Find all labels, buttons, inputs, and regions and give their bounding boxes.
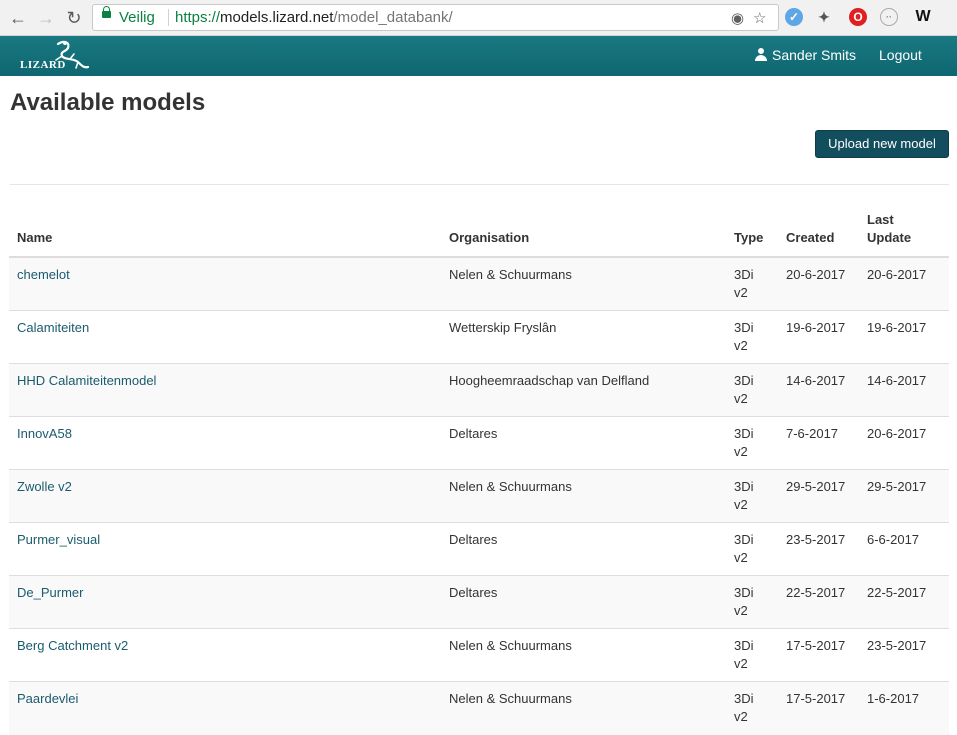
cell-name: InnovA58: [9, 416, 441, 470]
user-icon: [755, 48, 767, 62]
browser-toolbar: ← → ↻ Veilig https://models.lizard.net/m…: [0, 0, 957, 36]
model-link[interactable]: Purmer_visual: [17, 532, 100, 547]
model-link[interactable]: De_Purmer: [17, 585, 83, 600]
column-header-last-update: Last Update: [859, 204, 949, 258]
table-row[interactable]: HHD Calamiteitenmodel Hoogheemraadschap v…: [9, 363, 949, 417]
model-link[interactable]: InnovA58: [17, 426, 72, 441]
table-row[interactable]: De_Purmer Deltares 3Di v2 22-5-2017 22-5-2017: [9, 575, 949, 629]
cell-type: 3Di v2: [726, 469, 778, 523]
cell-last-update: 20-6-2017: [859, 416, 949, 470]
model-link[interactable]: Zwolle v2: [17, 479, 72, 494]
cell-organisation: Nelen & Schuurmans: [441, 256, 726, 311]
page-title: Available models: [10, 89, 206, 116]
cell-organisation: Deltares: [441, 416, 726, 470]
forward-arrow-icon[interactable]: →: [35, 7, 57, 29]
cell-type: 3Di v2: [726, 256, 778, 311]
cell-name: Paardevlei: [9, 681, 441, 735]
extension-check-icon[interactable]: ✓: [785, 8, 803, 26]
model-link[interactable]: Paardevlei: [17, 691, 78, 706]
cell-name: De_Purmer: [9, 575, 441, 629]
table-row[interactable]: chemelot Nelen & Schuurmans 3Di v2 20-6-2017…: [9, 256, 949, 311]
cell-type: 3Di v2: [726, 363, 778, 417]
cell-type: 3Di v2: [726, 575, 778, 629]
extension-circle-icon[interactable]: ··: [880, 8, 898, 26]
cell-name: HHD Calamiteitenmodel: [9, 363, 441, 417]
model-link[interactable]: Berg Catchment v2: [17, 638, 128, 653]
logout-link[interactable]: Logout: [879, 47, 922, 63]
cell-created: 22-5-2017: [778, 575, 859, 629]
cell-last-update: 22-5-2017: [859, 575, 949, 629]
cell-created: 20-6-2017: [778, 256, 859, 311]
cell-organisation: Deltares: [441, 575, 726, 629]
cell-type: 3Di v2: [726, 628, 778, 682]
model-link[interactable]: Calamiteiten: [17, 320, 89, 335]
cell-last-update: 14-6-2017: [859, 363, 949, 417]
lizard-logo[interactable]: LIZARD: [18, 38, 98, 74]
models-table: Name Organisation Type Created Last Updat…: [9, 204, 949, 735]
extension-pin-icon[interactable]: ✦: [815, 8, 833, 26]
cell-organisation: Wetterskip Fryslân: [441, 310, 726, 364]
cell-created: 17-5-2017: [778, 628, 859, 682]
column-header-name: Name: [9, 204, 441, 258]
cell-created: 7-6-2017: [778, 416, 859, 470]
bookmark-star-icon[interactable]: ☆: [753, 9, 766, 27]
cell-name: chemelot: [9, 256, 441, 311]
cell-name: Calamiteiten: [9, 310, 441, 364]
user-name: Sander Smits: [772, 47, 857, 63]
table-row[interactable]: Calamiteiten Wetterskip Fryslân 3Di v2 19-6-…: [9, 310, 949, 364]
table-row[interactable]: InnovA58 Deltares 3Di v2 7-6-2017 20-6-2017: [9, 416, 949, 470]
table-row[interactable]: Purmer_visual Deltares 3Di v2 23-5-2017 6-6-2…: [9, 522, 949, 576]
column-header-type: Type: [726, 204, 778, 258]
table-row[interactable]: Berg Catchment v2 Nelen & Schuurmans 3Di v2…: [9, 628, 949, 682]
cell-organisation: Nelen & Schuurmans: [441, 628, 726, 682]
column-header-created: Created: [778, 204, 859, 258]
table-header-row: Name Organisation Type Created Last Updat…: [9, 204, 949, 258]
cell-last-update: 20-6-2017: [859, 256, 949, 311]
cell-type: 3Di v2: [726, 522, 778, 576]
cell-created: 14-6-2017: [778, 363, 859, 417]
table-row[interactable]: Paardevlei Nelen & Schuurmans 3Di v2 17-5-20…: [9, 681, 949, 735]
cell-created: 23-5-2017: [778, 522, 859, 576]
cell-organisation: Hoogheemraadschap van Delfland: [441, 363, 726, 417]
secure-label: Veilig: [119, 9, 155, 26]
cell-organisation: Nelen & Schuurmans: [441, 681, 726, 735]
cell-last-update: 6-6-2017: [859, 522, 949, 576]
cell-organisation: Deltares: [441, 522, 726, 576]
column-header-organisation: Organisation: [441, 204, 726, 258]
blocked-popup-icon[interactable]: ◉: [731, 9, 744, 27]
address-bar[interactable]: Veilig https://models.lizard.net/model_d…: [92, 4, 779, 31]
logo-text: LIZARD: [20, 59, 66, 71]
cell-created: 29-5-2017: [778, 469, 859, 523]
cell-last-update: 19-6-2017: [859, 310, 949, 364]
back-arrow-icon[interactable]: ←: [7, 7, 29, 29]
cell-name: Purmer_visual: [9, 522, 441, 576]
cell-last-update: 23-5-2017: [859, 628, 949, 682]
cell-last-update: 29-5-2017: [859, 469, 949, 523]
divider: [10, 184, 949, 185]
cell-created: 19-6-2017: [778, 310, 859, 364]
user-menu[interactable]: Sander Smits: [755, 47, 856, 63]
cell-name: Zwolle v2: [9, 469, 441, 523]
lock-icon: [102, 6, 111, 18]
cell-type: 3Di v2: [726, 681, 778, 735]
extension-w-icon[interactable]: W: [912, 8, 934, 26]
url-text[interactable]: https://models.lizard.net/model_databank…: [175, 9, 453, 26]
cell-type: 3Di v2: [726, 416, 778, 470]
omnibox-divider: [168, 9, 169, 26]
cell-name: Berg Catchment v2: [9, 628, 441, 682]
site-navbar: LIZARD Sander Smits Logout: [0, 36, 957, 76]
reload-icon[interactable]: ↻: [63, 7, 85, 29]
model-link[interactable]: chemelot: [17, 267, 70, 282]
extension-opera-icon[interactable]: O: [849, 8, 867, 26]
cell-created: 17-5-2017: [778, 681, 859, 735]
upload-new-model-button[interactable]: Upload new model: [815, 130, 949, 158]
cell-organisation: Nelen & Schuurmans: [441, 469, 726, 523]
cell-type: 3Di v2: [726, 310, 778, 364]
model-link[interactable]: HHD Calamiteitenmodel: [17, 373, 156, 388]
table-row[interactable]: Zwolle v2 Nelen & Schuurmans 3Di v2 29-5-201…: [9, 469, 949, 523]
cell-last-update: 1-6-2017: [859, 681, 949, 735]
